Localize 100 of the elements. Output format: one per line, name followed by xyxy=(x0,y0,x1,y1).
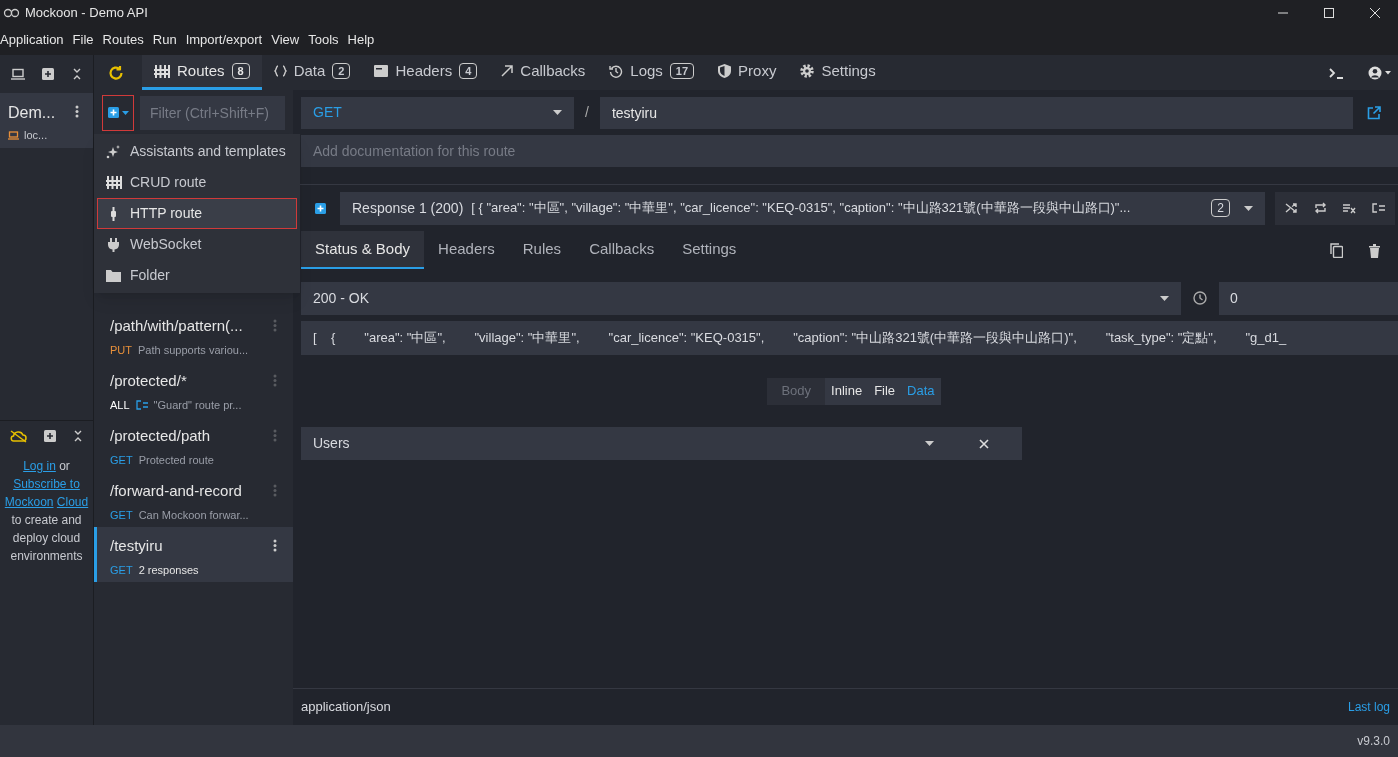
last-log-link[interactable]: Last log xyxy=(1347,698,1390,716)
route-method: GET xyxy=(110,507,133,523)
cloud-link[interactable]: Subscribe to xyxy=(13,477,80,491)
shield-icon xyxy=(718,64,732,78)
rules-icon[interactable] xyxy=(1372,202,1385,214)
menu-item[interactable]: Routes xyxy=(102,30,144,50)
tab[interactable]: Headers xyxy=(424,231,509,269)
tab[interactable]: Settings xyxy=(668,231,751,269)
tab[interactable]: Status & Body xyxy=(301,231,425,269)
version-label: v9.3.0 xyxy=(1357,733,1390,750)
route-item[interactable]: /protected/* ALL "Guard" route pr... xyxy=(94,362,293,417)
menu-item[interactable]: WebSocket xyxy=(97,229,297,260)
documentation-field[interactable]: Add documentation for this route xyxy=(301,135,1398,167)
route-description: 2 responses xyxy=(138,562,199,578)
menu-item[interactable]: Import/export xyxy=(185,30,263,50)
more-icon[interactable] xyxy=(273,539,277,552)
tab[interactable]: Rules xyxy=(508,231,576,269)
response-select[interactable]: Response 1 (200) [ { "area": "中區", "village": "中華里", "car_licence": "KEQ-0315", "caption": "中山路321號(中華路一段與中山路口)"... 2 xyxy=(340,191,1265,225)
menu-item[interactable]: File xyxy=(72,30,94,50)
status-select[interactable]: 200 - OK xyxy=(301,281,1181,315)
databucket-select[interactable]: Users xyxy=(301,427,946,460)
tab[interactable]: Headers 4 xyxy=(362,55,490,90)
cloud-off-icon xyxy=(10,429,28,443)
environment-name: Dem... xyxy=(8,103,56,123)
laptop-icon[interactable] xyxy=(10,68,25,80)
filter-field[interactable]: Filter (Ctrl+Shift+F) xyxy=(140,95,285,130)
shuffle-icon[interactable] xyxy=(1285,202,1298,214)
caret-icon xyxy=(553,110,562,115)
environment-host: loc... xyxy=(24,128,48,143)
collapse-icon[interactable] xyxy=(72,68,83,80)
menu-item[interactable]: CRUD route xyxy=(97,167,297,198)
route-path: /protected/* xyxy=(110,371,187,391)
menu-item[interactable]: Application xyxy=(0,30,64,50)
routes-icon xyxy=(105,176,122,189)
delete-icon[interactable] xyxy=(1369,244,1380,258)
tab[interactable]: Callbacks xyxy=(489,55,598,90)
cloud-login-text: Log in or Subscribe to Mockoon Cloud to create and deploy cloud environments xyxy=(3,458,90,565)
tab[interactable]: Logs 17 xyxy=(597,55,707,90)
tab[interactable]: Data 2 xyxy=(261,55,363,90)
copy-icon[interactable] xyxy=(1330,243,1343,258)
braces-icon xyxy=(273,65,287,77)
window-icon xyxy=(374,65,389,77)
latency-field[interactable]: 0 xyxy=(1219,281,1398,315)
cloud-link[interactable]: Cloud xyxy=(56,495,89,509)
tab[interactable]: Settings xyxy=(788,55,888,90)
count-badge: 8 xyxy=(231,63,250,79)
window-title: Mockoon - Demo API xyxy=(25,3,148,22)
route-description: Path supports variou... xyxy=(138,342,249,358)
sequence-icon[interactable] xyxy=(1343,202,1356,214)
path-field[interactable]: testyiru xyxy=(599,96,1353,129)
more-icon[interactable] xyxy=(75,105,79,118)
menu-item[interactable]: HTTP route xyxy=(97,198,297,229)
menu-item[interactable]: Assistants and templates xyxy=(97,136,297,167)
refresh-icon[interactable] xyxy=(108,64,124,81)
menu-item[interactable]: Tools xyxy=(308,30,339,50)
add-icon[interactable] xyxy=(44,430,56,442)
route-path: /forward-and-record xyxy=(110,481,242,501)
menu-item[interactable]: View xyxy=(271,30,300,50)
laptop-icon xyxy=(8,130,19,140)
route-method: ALL xyxy=(110,397,130,413)
terminal-icon[interactable] xyxy=(1329,66,1344,79)
menu-item[interactable]: Run xyxy=(152,30,177,50)
repeat-icon[interactable] xyxy=(1314,202,1327,214)
route-description: "Guard" route pr... xyxy=(153,397,242,413)
add-icon xyxy=(107,107,119,118)
route-item[interactable]: /protected/path GET Protected route xyxy=(94,417,293,472)
route-method: GET xyxy=(110,452,133,468)
menu-item[interactable]: Help xyxy=(347,30,375,50)
route-method: GET xyxy=(110,562,133,578)
caret-icon xyxy=(925,441,934,446)
close-icon xyxy=(979,438,989,449)
body-source-option[interactable]: Data xyxy=(901,377,941,405)
cloud-link[interactable]: Log in xyxy=(23,459,56,473)
menu-item[interactable]: Folder xyxy=(97,260,297,291)
caret-icon xyxy=(1160,295,1169,301)
collapse-icon[interactable] xyxy=(72,430,83,442)
route-method: PUT xyxy=(110,342,132,358)
add-icon[interactable] xyxy=(42,68,55,80)
body-source-option[interactable]: Inline xyxy=(825,377,869,405)
body-source-label: Body xyxy=(780,382,813,401)
folder-icon xyxy=(105,269,122,282)
tab[interactable]: Proxy xyxy=(706,55,789,90)
add-route-button[interactable] xyxy=(102,94,134,131)
count-badge: 2 xyxy=(332,63,351,79)
add-icon[interactable] xyxy=(315,202,326,214)
route-item[interactable]: /path/with/pattern(... PUT Path supports variou... xyxy=(94,307,293,362)
body-source-option[interactable]: File xyxy=(868,377,902,405)
environment-item[interactable]: Dem... loc... xyxy=(0,93,93,148)
method-select[interactable]: GET xyxy=(301,96,574,129)
route-path: /path/with/pattern(... xyxy=(110,316,243,336)
tab[interactable]: Routes 8 xyxy=(142,55,262,90)
account-icon[interactable] xyxy=(1368,65,1392,80)
tab[interactable]: Callbacks xyxy=(575,231,669,269)
cloud-link[interactable]: Mockoon xyxy=(4,495,54,509)
app-logo-icon xyxy=(3,7,20,18)
external-link-icon[interactable] xyxy=(1366,105,1381,120)
route-item[interactable]: /forward-and-record GET Can Mockoon forwar... xyxy=(94,472,293,527)
count-badge: 17 xyxy=(669,63,695,79)
route-item[interactable]: /testyiru GET 2 responses xyxy=(94,527,293,582)
body-editor[interactable]: [ { "area": "中區", "village": "中華里", "car_licence": "KEQ-0315", "caption": "中山路321號(中華路一段與中山路口)", "task_type": "定點", "g_d1_ xyxy=(301,321,1398,355)
